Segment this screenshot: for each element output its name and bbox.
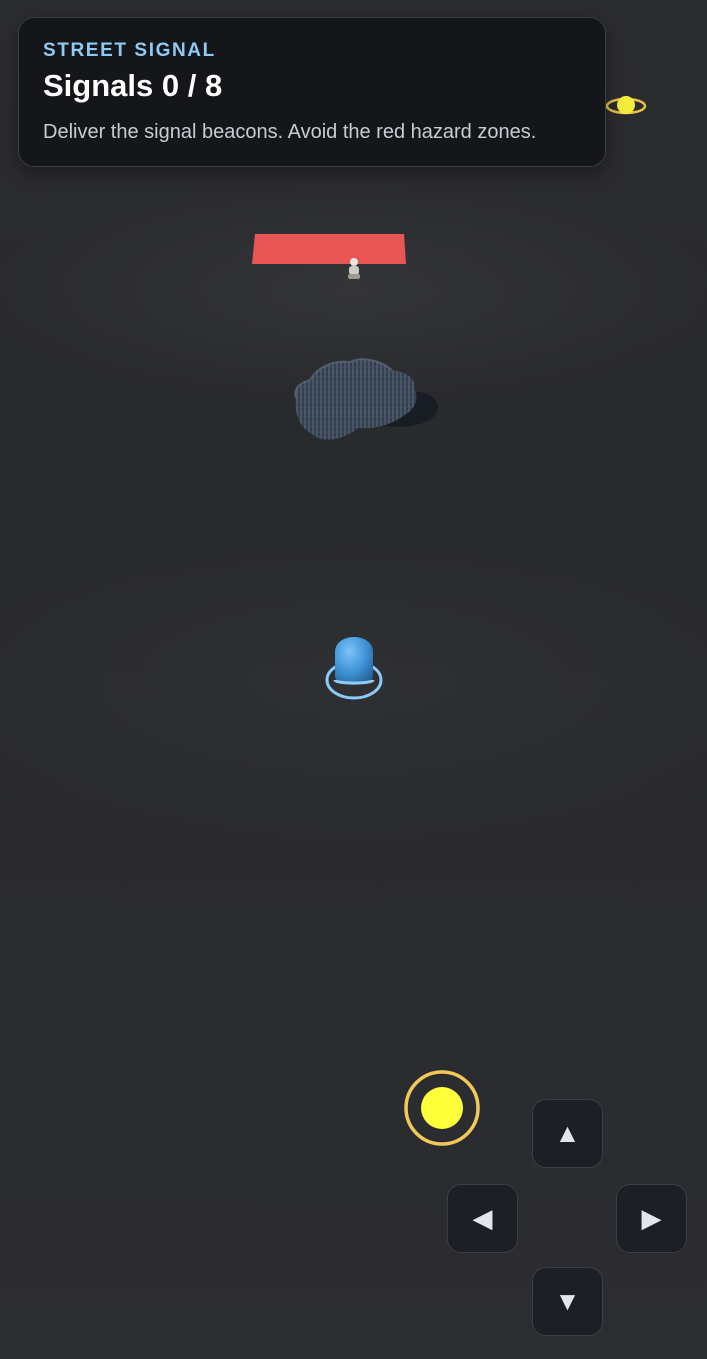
- move-down-button[interactable]: ▼: [532, 1267, 603, 1336]
- signal-beacon-far-icon: [605, 96, 647, 115]
- arrow-right-icon: ▶: [641, 1203, 662, 1233]
- game-scene: STREET SIGNAL Signals 0 / 8 Deliver the …: [0, 0, 707, 1359]
- signal-beacon-pickup-icon: [404, 1070, 480, 1146]
- move-right-button[interactable]: ▶: [616, 1184, 687, 1253]
- pedestrian-figure: [348, 258, 360, 279]
- signal-counter: Signals 0 / 8: [43, 68, 223, 103]
- objective-description: Deliver the signal beacons. Avoid the re…: [43, 121, 537, 143]
- player-character: [325, 637, 383, 700]
- rock-obstacle: [294, 358, 439, 440]
- move-up-button[interactable]: ▲: [532, 1099, 603, 1168]
- game-label: STREET SIGNAL: [43, 40, 216, 61]
- arrow-down-icon: ▼: [554, 1286, 581, 1316]
- arrow-left-icon: ◀: [472, 1203, 493, 1233]
- objective-panel: STREET SIGNAL Signals 0 / 8 Deliver the …: [18, 17, 606, 167]
- hazard-zone: [252, 234, 406, 264]
- arrow-up-icon: ▲: [554, 1118, 581, 1148]
- move-left-button[interactable]: ◀: [447, 1184, 518, 1253]
